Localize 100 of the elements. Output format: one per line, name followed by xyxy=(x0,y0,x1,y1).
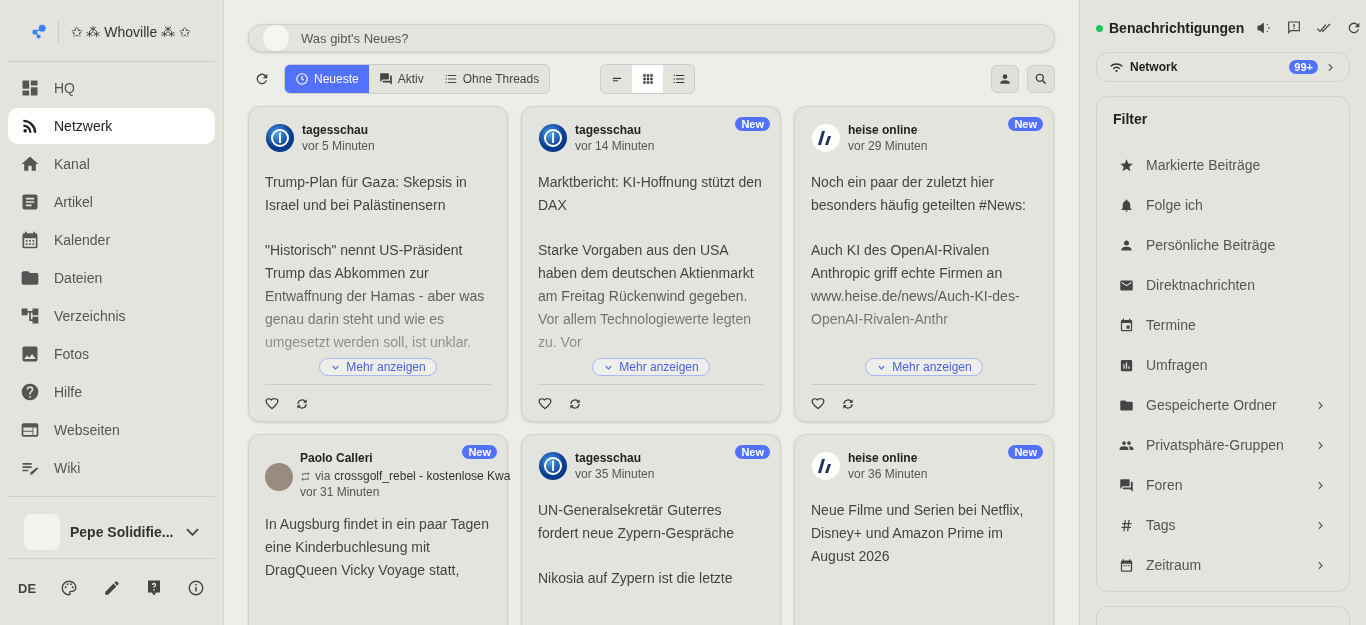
nav-item[interactable]: Dateien xyxy=(8,260,215,296)
post-text: "Historisch" nennt US-Präsident Trump das Abkommen zur Entwaffnung der Hamas - aber was genau darin steht und wie es umgesetzt werden soll, ist unklar. xyxy=(265,241,486,352)
repost-button[interactable] xyxy=(841,397,855,411)
repost-button[interactable] xyxy=(295,397,309,411)
like-button[interactable] xyxy=(538,397,552,411)
star-icon xyxy=(1119,157,1134,173)
new-badge: New xyxy=(735,117,770,131)
heart-icon xyxy=(538,397,552,411)
repost-button[interactable] xyxy=(568,397,582,411)
like-button[interactable] xyxy=(265,397,279,411)
network-notifications-item[interactable]: Network 99+ xyxy=(1096,52,1350,83)
post-time[interactable]: vor 29 Minuten xyxy=(848,139,928,153)
document-icon xyxy=(20,192,40,212)
post-text: Auch KI des OpenAI-Rivalen Anthropic griff echte Firmen an www.heise.de/news/Auch-KI-des-OpenAI-Rivalen-Anthr xyxy=(811,241,1021,329)
filter-item[interactable]: Zeitraum xyxy=(1113,545,1333,586)
nav-item[interactable]: Artikel xyxy=(8,184,215,220)
post-text: Neue Filme und Serien bei Netflix, Disney+ und Amazon Prime im August 2026 xyxy=(811,501,1025,566)
search-button[interactable] xyxy=(1027,65,1055,93)
filter-item[interactable]: Tags xyxy=(1113,505,1333,546)
author-name[interactable]: tagesschau xyxy=(575,123,642,137)
clock-icon xyxy=(295,72,309,86)
repost-icon xyxy=(295,397,309,411)
filter-item[interactable]: Gespeicherte Ordner xyxy=(1113,385,1333,426)
new-badge: New xyxy=(1008,117,1043,131)
home-icon xyxy=(20,154,40,174)
user-menu[interactable]: Pepe Solidifie... xyxy=(8,505,215,559)
nav-item[interactable]: Kalender xyxy=(8,222,215,258)
new-badge: New xyxy=(1008,445,1043,459)
via-link[interactable]: crossgolf_rebel - kostenlose Kwa xyxy=(334,469,511,483)
post-text: Noch ein paar der zuletzt hier besonders häufig geteilten #News: xyxy=(811,173,1027,215)
language-button[interactable]: DE xyxy=(14,576,41,600)
feed-tab[interactable]: Aktiv xyxy=(368,65,434,93)
filter-item[interactable]: Direktnachrichten xyxy=(1113,265,1333,306)
nav-item[interactable]: Fotos xyxy=(8,336,215,372)
feed-tab[interactable]: Ohne Threads xyxy=(433,65,550,93)
post-time[interactable]: vor 31 Minuten xyxy=(300,485,380,499)
info-icon xyxy=(186,579,205,597)
post-time[interactable]: vor 14 Minuten xyxy=(575,139,655,153)
filter-item[interactable]: Persönliche Beiträge xyxy=(1113,225,1333,266)
show-more-button[interactable]: Mehr anzeigen xyxy=(865,358,983,376)
nav-item[interactable]: Kanal xyxy=(8,146,215,182)
bell-icon xyxy=(1119,197,1134,213)
person-filter-button[interactable] xyxy=(991,65,1019,93)
nav-item[interactable]: Verzeichnis xyxy=(8,298,215,334)
list-icon xyxy=(443,72,458,86)
heart-icon xyxy=(265,397,279,411)
new-badge: New xyxy=(462,445,497,459)
slash-logo-avatar-icon xyxy=(811,123,841,153)
like-button[interactable] xyxy=(811,397,825,411)
nav-item[interactable]: Netzwerk xyxy=(8,108,215,144)
filter-item[interactable]: Foren xyxy=(1113,465,1333,506)
post-time[interactable]: vor 36 Minuten xyxy=(848,467,928,481)
post-text: Nikosia auf Zypern ist die letzte xyxy=(538,569,734,588)
calendar-icon xyxy=(1119,317,1134,333)
show-more-button[interactable]: Mehr anzeigen xyxy=(319,358,437,376)
post-text: Marktbericht: KI-Hoffnung stützt den DAX xyxy=(538,173,763,215)
globe-avatar-icon xyxy=(265,123,295,153)
tree-icon xyxy=(20,306,40,326)
author-name[interactable]: tagesschau xyxy=(575,451,642,465)
image-icon xyxy=(20,344,40,364)
nav-item[interactable]: Wiki xyxy=(8,450,215,486)
filter-title: Filter xyxy=(1113,111,1149,128)
repost-icon xyxy=(568,397,582,411)
photo-placeholder xyxy=(265,463,293,491)
feed-tab[interactable]: Neueste xyxy=(285,65,369,93)
site-name[interactable]: ✩ ⁂ Whoville ⁂ ✩ xyxy=(70,23,191,40)
via-label: via xyxy=(315,469,331,483)
author-name[interactable]: heise online xyxy=(848,451,918,465)
repost-icon xyxy=(841,397,855,411)
post-time[interactable]: vor 35 Minuten xyxy=(575,467,655,481)
new-badge: New xyxy=(735,445,770,459)
filter-item[interactable]: Termine xyxy=(1113,305,1333,346)
view-toggle[interactable] xyxy=(632,65,664,93)
post-time[interactable]: vor 5 Minuten xyxy=(302,139,375,153)
notifications-title: Benachrichtigungen xyxy=(1109,20,1245,36)
filter-item[interactable]: Markierte Beiträge xyxy=(1113,145,1333,186)
author-name[interactable]: Paolo Calleri xyxy=(300,451,373,465)
nav-item[interactable]: Webseiten xyxy=(8,412,215,448)
person-icon xyxy=(998,72,1012,86)
avatar-placeholder xyxy=(263,25,289,51)
filter-item[interactable]: Folge ich xyxy=(1113,185,1333,226)
compose-field[interactable]: Was gibt's Neues? xyxy=(299,29,1040,47)
post-text: Trump-Plan für Gaza: Skepsis in Israel und bei Palästinensern xyxy=(265,173,468,215)
nav-item[interactable]: Hilfe xyxy=(8,374,215,410)
repost-icon xyxy=(300,470,311,482)
refresh-icon xyxy=(254,71,270,87)
megaphone-icon xyxy=(1256,20,1273,36)
nav-item[interactable]: HQ xyxy=(8,70,215,106)
globe-avatar-icon xyxy=(538,123,568,153)
author-name[interactable]: tagesschau xyxy=(302,123,369,137)
post-composer[interactable]: Was gibt's Neues? xyxy=(248,24,1055,52)
post-text: In Augsburg findet in ein paar Tagen eine Kinderbuchlesung mit DragQueen Vicky Voyage statt, xyxy=(265,515,490,580)
filter-item[interactable]: Umfragen xyxy=(1113,345,1333,386)
globe-avatar-icon xyxy=(538,451,568,481)
author-name[interactable]: heise online xyxy=(848,123,918,137)
count-badge: 99+ xyxy=(1289,60,1318,75)
chat-icon xyxy=(378,72,393,86)
dashboard-icon xyxy=(20,78,40,98)
filter-item[interactable]: Privatsphäre-Gruppen xyxy=(1113,425,1333,466)
show-more-button[interactable]: Mehr anzeigen xyxy=(592,358,710,376)
